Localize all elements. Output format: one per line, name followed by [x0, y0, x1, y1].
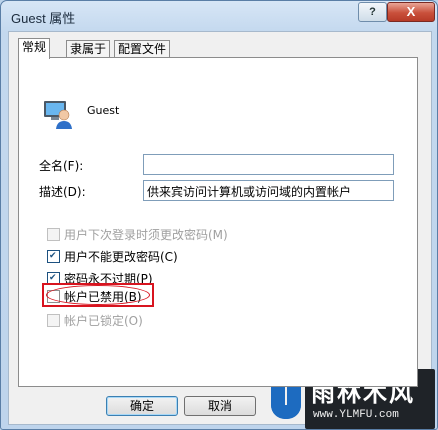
fullname-label: 全名(F):	[39, 159, 84, 173]
tab-general[interactable]: 常规	[18, 38, 51, 59]
window-title: Guest 属性	[11, 11, 76, 26]
option-account-locked[interactable]: 帐户已锁定(O)	[47, 312, 143, 328]
user-account-icon	[44, 101, 72, 129]
option-label: 用户下次登录时须更改密码(M)	[64, 227, 228, 242]
properties-dialog: Guest 属性 ? X 常规 隶属于 配置文件 Guest 全名(F): 描述…	[0, 0, 438, 430]
general-panel: Guest 全名(F): 描述(D): 供来宾访问计算机或访问域的内置帐户 用户…	[18, 57, 418, 387]
ok-button[interactable]: 确定	[106, 396, 178, 416]
description-field[interactable]: 供来宾访问计算机或访问域的内置帐户	[143, 180, 394, 201]
checkbox[interactable]	[47, 227, 60, 241]
option-label: 帐户已锁定(O)	[64, 313, 143, 328]
cancel-button[interactable]: 取消	[184, 396, 256, 416]
tab-member-of[interactable]: 隶属于	[66, 40, 111, 58]
user-name: Guest	[87, 104, 120, 117]
dialog-client: 常规 隶属于 配置文件 Guest 全名(F): 描述(D): 供来宾访问计算机…	[8, 31, 432, 425]
fullname-field[interactable]	[143, 154, 394, 175]
tab-profile[interactable]: 配置文件	[114, 40, 171, 58]
description-label: 描述(D):	[39, 185, 86, 199]
option-cannot-change-password[interactable]: 用户不能更改密码(C)	[47, 248, 178, 264]
highlight-ellipse	[46, 285, 150, 305]
checkbox[interactable]	[47, 249, 60, 263]
help-button[interactable]: ?	[358, 2, 387, 22]
close-button[interactable]: X	[387, 2, 435, 22]
option-must-change-password[interactable]: 用户下次登录时须更改密码(M)	[47, 226, 228, 242]
watermark-url: www.YLMFU.com	[313, 409, 399, 421]
checkbox[interactable]	[47, 313, 60, 327]
option-label: 用户不能更改密码(C)	[64, 249, 178, 264]
